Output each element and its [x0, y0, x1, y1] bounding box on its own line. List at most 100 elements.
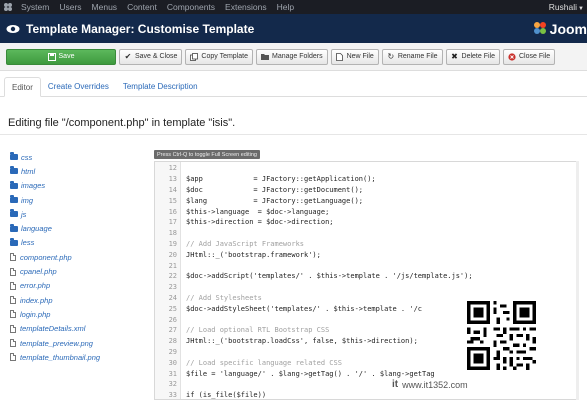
user-menu[interactable]: Rushali▼	[549, 2, 587, 12]
code-line: 20 JHtml::_('bootstrap.framework');	[155, 249, 578, 260]
refresh-icon: ↻	[387, 51, 395, 61]
new-file-label: New File	[346, 53, 374, 60]
line-number: 17	[168, 218, 177, 227]
code-line: 13 $app = JFactory::getApplication();	[155, 174, 578, 185]
file-label: template_preview.png	[20, 338, 93, 348]
rename-file-button[interactable]: ↻ Rename File	[381, 48, 443, 65]
code-line: 16 $this->language = $doc->language;	[155, 206, 578, 217]
file-item[interactable]: templateDetails.xml	[10, 322, 150, 336]
menu-menus[interactable]: Menus	[87, 2, 123, 12]
file-item[interactable]: template_thumbnail.png	[10, 350, 150, 364]
save-icon	[47, 52, 56, 61]
admin-menubar: System Users Menus Content Components Ex…	[0, 0, 587, 14]
menu-users[interactable]: Users	[54, 2, 86, 12]
watermark-site: www.it1352.com	[402, 379, 468, 390]
tab-bar: Editor Create Overrides Template Descrip…	[0, 76, 587, 97]
folder-item[interactable]: language	[10, 221, 150, 235]
divider	[0, 134, 587, 135]
menu-extensions[interactable]: Extensions	[220, 2, 272, 12]
file-item[interactable]: error.php	[10, 279, 150, 293]
menu-components[interactable]: Components	[162, 2, 220, 12]
folder-item[interactable]: js	[10, 207, 150, 221]
tab-template-description[interactable]: Template Description	[116, 76, 205, 96]
code-line: 14 $doc = JFactory::getDocument();	[155, 185, 578, 196]
delete-icon: ✖	[451, 51, 458, 61]
line-number: 30	[168, 358, 177, 367]
editing-file-heading: Editing file "/component.php" in templat…	[8, 117, 236, 129]
tab-create-overrides[interactable]: Create Overrides	[41, 76, 116, 96]
folder-item[interactable]: images	[10, 179, 150, 193]
folder-item[interactable]: less	[10, 236, 150, 250]
save-close-button[interactable]: ✔ Save & Close	[119, 48, 183, 65]
code-text: $app = JFactory::getApplication();	[186, 175, 376, 184]
tab-editor[interactable]: Editor	[4, 77, 41, 97]
joomla-brand-icon	[533, 21, 547, 37]
close-file-button[interactable]: Close File	[502, 48, 556, 65]
folder-item[interactable]: img	[10, 193, 150, 207]
file-item[interactable]: index.php	[10, 293, 150, 307]
save-label: Save	[58, 53, 75, 60]
line-number: 14	[168, 185, 177, 194]
file-label: templateDetails.xml	[20, 324, 86, 334]
manage-folders-button[interactable]: Manage Folders	[256, 48, 328, 65]
file-item[interactable]: template_preview.png	[10, 336, 150, 350]
code-text: $doc->addStyleSheet('templates/' . $this…	[186, 304, 423, 313]
file-icon	[10, 296, 16, 305]
folder-label: js	[21, 209, 27, 219]
code-line: 17 $this->direction = $doc->direction;	[155, 217, 578, 228]
code-text: JHtml::_('bootstrap.loadCss', false, $th…	[186, 337, 418, 346]
delete-file-label: Delete File	[461, 53, 495, 60]
line-number: 12	[168, 164, 177, 173]
file-label: error.php	[20, 281, 51, 291]
line-number: 25	[168, 304, 177, 313]
joomla-logo-icon[interactable]	[0, 0, 16, 14]
line-number: 24	[168, 293, 177, 302]
file-item[interactable]: cpanel.php	[10, 264, 150, 278]
menu-help[interactable]: Help	[272, 2, 299, 12]
folder-item[interactable]: html	[10, 164, 150, 178]
file-label: template_thumbnail.png	[20, 352, 101, 362]
rename-file-label: Rename File	[397, 53, 438, 60]
folder-icon	[261, 53, 269, 61]
line-number: 27	[168, 326, 177, 335]
folder-icon	[10, 223, 18, 232]
line-number: 18	[168, 229, 177, 238]
qr-code-icon	[465, 299, 538, 372]
line-number: 32	[168, 380, 177, 389]
joomla-brand-text: Joom	[549, 20, 587, 37]
file-item[interactable]: login.php	[10, 307, 150, 321]
code-line: 18	[155, 228, 578, 239]
folder-label: images	[21, 181, 46, 191]
folder-icon	[10, 152, 18, 161]
code-line: 32	[155, 379, 578, 390]
file-item[interactable]: component.php	[10, 250, 150, 264]
eye-icon	[6, 23, 20, 35]
file-label: login.php	[20, 309, 51, 319]
code-text: $doc = JFactory::getDocument();	[186, 185, 364, 194]
code-text: $doc->addScript('templates/' . $this->te…	[186, 272, 473, 281]
line-number: 22	[168, 272, 177, 281]
code-text: $this->direction = $doc->direction;	[186, 218, 334, 227]
code-text: $lang = JFactory::getLanguage();	[186, 196, 364, 205]
menu-content[interactable]: Content	[122, 2, 162, 12]
copy-template-button[interactable]: Copy Template	[185, 48, 253, 65]
folder-label: less	[21, 238, 35, 248]
line-number: 23	[168, 283, 177, 292]
close-file-label: Close File	[518, 53, 551, 60]
checkmark-icon: ✔	[124, 51, 132, 61]
save-button[interactable]: Save	[6, 48, 116, 65]
user-name: Rushali	[548, 2, 578, 12]
editor-scrollbar[interactable]	[576, 161, 579, 400]
line-number: 31	[168, 369, 177, 378]
line-number: 13	[168, 175, 177, 184]
folder-label: html	[21, 166, 36, 176]
file-label: cpanel.php	[20, 267, 57, 277]
folder-item[interactable]: css	[10, 150, 150, 164]
delete-file-button[interactable]: ✖ Delete File	[445, 48, 500, 65]
new-file-button[interactable]: New File	[330, 48, 379, 65]
save-close-label: Save & Close	[135, 53, 178, 60]
menu-system[interactable]: System	[16, 2, 54, 12]
file-icon	[10, 353, 16, 362]
file-tree: css html images img js language less com…	[10, 150, 150, 364]
file-icon	[10, 310, 16, 319]
